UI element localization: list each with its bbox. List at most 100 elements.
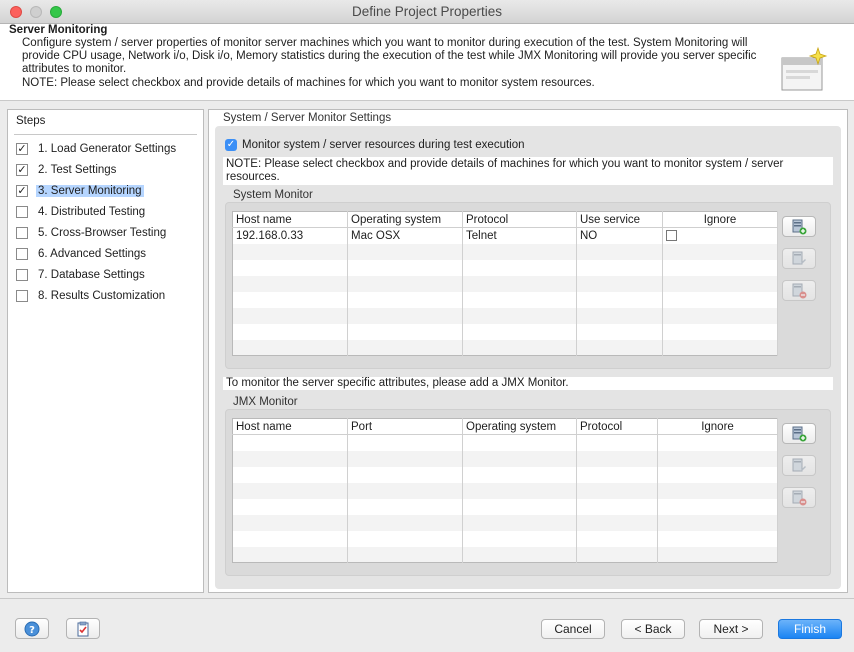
step-results-customization[interactable]: 8. Results Customization xyxy=(16,287,167,304)
delete-jmx-monitor-button[interactable] xyxy=(782,487,816,508)
step-server-monitoring[interactable]: ✓ 3. Server Monitoring xyxy=(16,182,144,199)
edit-server-icon xyxy=(792,251,806,265)
window-title: Define Project Properties xyxy=(351,4,503,19)
step-checkbox[interactable] xyxy=(16,289,28,302)
empty-table-row xyxy=(232,307,778,324)
cell-ignore[interactable] xyxy=(662,227,778,244)
step-test-settings[interactable]: ✓ 2. Test Settings xyxy=(16,161,118,178)
empty-table-row xyxy=(232,291,778,308)
empty-table-row xyxy=(232,498,778,515)
help-button[interactable]: ? xyxy=(15,618,49,639)
empty-table-row xyxy=(232,275,778,292)
empty-table-row xyxy=(232,450,778,467)
svg-text:?: ? xyxy=(29,625,35,636)
page-note: NOTE: Please select checkbox and provide… xyxy=(22,77,595,89)
monitor-resources-option[interactable]: ✓ Monitor system / server resources duri… xyxy=(225,139,525,151)
edit-system-monitor-button[interactable] xyxy=(782,248,816,269)
step-label: 2. Test Settings xyxy=(38,163,117,176)
column-header-host-name[interactable]: Host name xyxy=(232,211,348,228)
title-bar: Define Project Properties xyxy=(0,0,854,24)
system-monitor-note: NOTE: Please select checkbox and provide… xyxy=(223,157,833,185)
wizard-window-icon xyxy=(781,46,828,91)
checklist-button[interactable] xyxy=(66,618,100,639)
column-header-ignore[interactable]: Ignore xyxy=(662,211,778,228)
step-label: 1. Load Generator Settings xyxy=(38,142,177,155)
help-icon: ? xyxy=(24,621,40,636)
empty-table-row xyxy=(232,323,778,340)
table-header-row: Host name Operating system Protocol Use … xyxy=(232,211,778,228)
add-server-icon xyxy=(792,426,807,441)
delete-server-icon xyxy=(792,490,807,505)
step-distributed-testing[interactable]: 4. Distributed Testing xyxy=(16,203,147,220)
step-database-settings[interactable]: 7. Database Settings xyxy=(16,266,147,283)
back-button[interactable]: < Back xyxy=(621,619,685,639)
steps-panel: Steps ✓ 1. Load Generator Settings ✓ 2. … xyxy=(7,109,204,593)
empty-table-row xyxy=(232,466,778,483)
column-header-use-service[interactable]: Use service xyxy=(576,211,663,228)
column-header-operating-system[interactable]: Operating system xyxy=(347,211,463,228)
empty-table-row xyxy=(232,259,778,276)
add-server-icon xyxy=(792,219,807,234)
jmx-monitor-title: JMX Monitor xyxy=(233,396,298,408)
step-load-generator-settings[interactable]: ✓ 1. Load Generator Settings xyxy=(16,140,178,157)
add-jmx-monitor-button[interactable] xyxy=(782,423,816,444)
section-title: System / Server Monitor Settings xyxy=(223,112,392,124)
delete-system-monitor-button[interactable] xyxy=(782,280,816,301)
wizard-header: Server Monitoring Configure system / ser… xyxy=(0,24,854,101)
footer-divider xyxy=(0,598,854,599)
checklist-icon xyxy=(77,621,89,636)
step-label: 4. Distributed Testing xyxy=(38,205,146,218)
jmx-monitor-table[interactable]: Host name Port Operating system Protocol… xyxy=(232,418,778,563)
system-monitor-title: System Monitor xyxy=(233,189,313,201)
steps-title: Steps xyxy=(16,115,46,127)
edit-jmx-monitor-button[interactable] xyxy=(782,455,816,476)
step-advanced-settings[interactable]: 6. Advanced Settings xyxy=(16,245,148,262)
add-system-monitor-button[interactable] xyxy=(782,216,816,237)
step-checkbox[interactable] xyxy=(16,205,28,218)
step-label: 3. Server Monitoring xyxy=(36,184,144,197)
step-cross-browser-testing[interactable]: 5. Cross-Browser Testing xyxy=(16,224,168,241)
step-checkbox[interactable] xyxy=(16,226,28,239)
empty-table-row xyxy=(232,514,778,531)
page-description: Configure system / server properties of … xyxy=(22,37,757,75)
column-header-protocol[interactable]: Protocol xyxy=(462,211,577,228)
step-label: 5. Cross-Browser Testing xyxy=(38,226,167,239)
page-title: Server Monitoring xyxy=(9,24,108,36)
step-label: 6. Advanced Settings xyxy=(38,247,147,260)
system-monitor-table[interactable]: Host name Operating system Protocol Use … xyxy=(232,211,778,356)
finish-button[interactable]: Finish xyxy=(778,619,842,639)
jmx-monitor-note: To monitor the server specific attribute… xyxy=(223,377,833,390)
column-header-operating-system[interactable]: Operating system xyxy=(462,418,577,435)
next-button[interactable]: Next > xyxy=(699,619,763,639)
cell-host-name[interactable]: 192.168.0.33 xyxy=(232,227,348,244)
monitor-resources-label: Monitor system / server resources during… xyxy=(242,139,525,151)
ignore-checkbox[interactable] xyxy=(666,230,677,242)
column-header-port[interactable]: Port xyxy=(347,418,463,435)
steps-divider xyxy=(14,134,197,135)
table-header-row: Host name Port Operating system Protocol… xyxy=(232,418,778,435)
empty-table-row xyxy=(232,339,778,356)
step-checkbox[interactable]: ✓ xyxy=(16,142,28,155)
cell-protocol[interactable]: Telnet xyxy=(462,227,577,244)
empty-table-row xyxy=(232,243,778,260)
column-header-ignore[interactable]: Ignore xyxy=(657,418,778,435)
cell-operating-system[interactable]: Mac OSX xyxy=(347,227,463,244)
step-label: 8. Results Customization xyxy=(38,289,166,302)
cell-use-service[interactable]: NO xyxy=(576,227,663,244)
edit-server-icon xyxy=(792,458,806,472)
column-header-protocol[interactable]: Protocol xyxy=(576,418,658,435)
empty-table-row xyxy=(232,530,778,547)
empty-table-row xyxy=(232,434,778,451)
cancel-button[interactable]: Cancel xyxy=(541,619,605,639)
delete-server-icon xyxy=(792,283,807,298)
step-checkbox[interactable] xyxy=(16,268,28,281)
step-checkbox[interactable] xyxy=(16,247,28,260)
empty-table-row xyxy=(232,546,778,563)
column-header-host-name[interactable]: Host name xyxy=(232,418,348,435)
step-checkbox[interactable]: ✓ xyxy=(16,163,28,176)
table-row[interactable]: 192.168.0.33 Mac OSX Telnet NO xyxy=(232,227,778,244)
step-label: 7. Database Settings xyxy=(38,268,145,281)
monitor-resources-checkbox[interactable]: ✓ xyxy=(225,139,237,151)
step-checkbox[interactable]: ✓ xyxy=(16,184,28,197)
settings-panel: System / Server Monitor Settings ✓ Monit… xyxy=(208,109,848,593)
